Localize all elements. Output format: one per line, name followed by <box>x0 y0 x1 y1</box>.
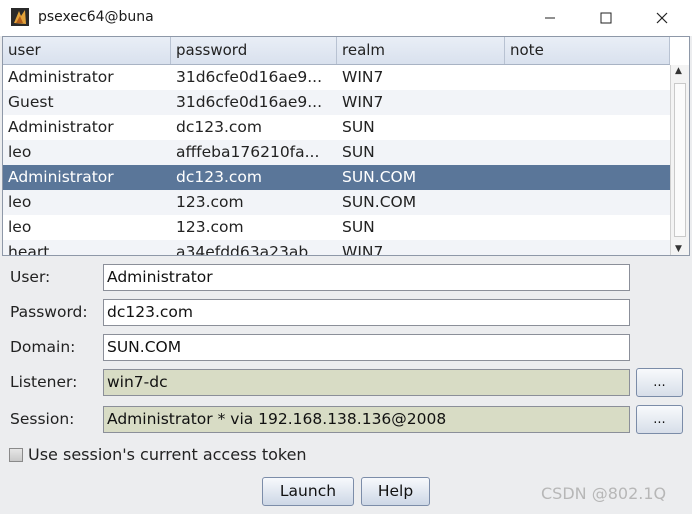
watermark: CSDN @802.1Q <box>541 484 667 503</box>
table-cell-password: a34efdd63a23ab... <box>176 243 323 256</box>
user-field[interactable]: Administrator <box>103 264 630 291</box>
close-icon <box>656 12 668 24</box>
launch-button[interactable]: Launch <box>262 477 354 506</box>
table-cell-user: heart <box>8 243 50 256</box>
table-cell-password: 123.com <box>176 193 244 211</box>
table-cell-password: 31d6cfe0d16ae9... <box>176 93 323 111</box>
table-row[interactable]: leo afffeba176210fa... SUN <box>3 140 670 165</box>
column-header-realm[interactable]: realm <box>337 37 505 64</box>
column-header-note[interactable]: note <box>505 37 670 64</box>
session-label: Session: <box>10 410 75 428</box>
listener-field: win7-dc <box>103 369 630 396</box>
minimize-button[interactable] <box>527 0 573 36</box>
domain-label: Domain: <box>10 338 76 356</box>
scroll-up-icon[interactable]: ▲ <box>675 66 682 76</box>
table-cell-realm: WIN7 <box>342 68 384 86</box>
table-cell-realm: SUN.COM <box>342 168 417 186</box>
password-label: Password: <box>10 303 88 321</box>
table-cell-note <box>505 140 670 165</box>
app-logo-icon <box>11 8 29 26</box>
title-bar: psexec64@buna <box>0 0 692 36</box>
table-cell-user: Administrator <box>8 118 114 136</box>
table-row[interactable]: leo 123.com SUN.COM <box>3 190 670 215</box>
table-cell-password: afffeba176210fa... <box>176 143 320 161</box>
table-cell-note <box>505 190 670 215</box>
access-token-checkbox[interactable] <box>9 448 23 462</box>
table-cell-note <box>505 215 670 240</box>
table-cell-realm: SUN <box>342 218 375 236</box>
table-cell-note <box>505 65 670 90</box>
table-cell-password: dc123.com <box>176 168 262 186</box>
session-browse-button[interactable]: ... <box>636 405 683 434</box>
minimize-icon <box>545 17 555 19</box>
table-cell-realm: SUN <box>342 143 375 161</box>
maximize-button[interactable] <box>583 0 629 36</box>
close-button[interactable] <box>639 0 685 36</box>
listener-browse-button[interactable]: ... <box>636 368 683 397</box>
table-row[interactable]: Administrator dc123.com SUN <box>3 115 670 140</box>
dialog-window: psexec64@buna user password realm note A… <box>0 0 692 514</box>
window-title: psexec64@buna <box>38 9 154 25</box>
table-cell-realm: SUN.COM <box>342 193 417 211</box>
column-header-password[interactable]: password <box>171 37 337 64</box>
table-row[interactable]: Guest 31d6cfe0d16ae9... WIN7 <box>3 90 670 115</box>
table-row[interactable]: Administrator dc123.com SUN.COM <box>3 165 670 190</box>
access-token-checkbox-label[interactable]: Use session's current access token <box>28 445 307 464</box>
table-cell-realm: WIN7 <box>342 93 384 111</box>
table-body: Administrator 31d6cfe0d16ae9... WIN7 Guest 3… <box>3 65 670 256</box>
table-header: user password realm note <box>3 37 670 65</box>
table-cell-password: 31d6cfe0d16ae9... <box>176 68 323 86</box>
table-row[interactable]: leo 123.com SUN <box>3 215 670 240</box>
table-cell-note <box>505 240 670 255</box>
help-button[interactable]: Help <box>361 477 430 506</box>
table-cell-user: Administrator <box>8 168 114 186</box>
table-cell-user: leo <box>8 193 32 211</box>
table-cell-realm: SUN <box>342 118 375 136</box>
table-cell-user: leo <box>8 218 32 236</box>
maximize-icon <box>600 12 612 24</box>
table-cell-realm: WIN7 <box>342 243 384 256</box>
domain-field[interactable]: SUN.COM <box>103 334 630 361</box>
table-row[interactable]: heart a34efdd63a23ab... WIN7 <box>3 240 670 256</box>
table-cell-user: Administrator <box>8 68 114 86</box>
listener-label: Listener: <box>10 373 78 391</box>
table-cell-note <box>505 90 670 115</box>
password-field[interactable]: dc123.com <box>103 299 630 326</box>
scroll-down-icon[interactable]: ▼ <box>675 244 682 254</box>
table-cell-password: dc123.com <box>176 118 262 136</box>
user-label: User: <box>10 268 51 286</box>
scrollbar-thumb[interactable] <box>674 83 686 237</box>
table-cell-note <box>505 165 670 190</box>
credentials-table[interactable]: user password realm note Administrator 31… <box>2 36 690 256</box>
vertical-scrollbar[interactable]: ▲ ▼ <box>670 65 689 255</box>
table-cell-password: 123.com <box>176 218 244 236</box>
table-cell-user: Guest <box>8 93 54 111</box>
table-row[interactable]: Administrator 31d6cfe0d16ae9... WIN7 <box>3 65 670 90</box>
table-cell-user: leo <box>8 143 32 161</box>
column-header-user[interactable]: user <box>3 37 171 64</box>
session-field: Administrator * via 192.168.138.136@2008 <box>103 406 630 433</box>
table-cell-note <box>505 115 670 140</box>
